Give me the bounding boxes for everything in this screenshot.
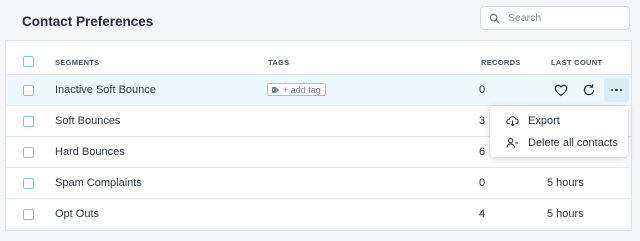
table-row[interactable]: Inactive Soft Bounce + add tag 0	[6, 75, 631, 106]
segment-name[interactable]: Opt Outs	[55, 208, 99, 220]
row-checkbox[interactable]	[23, 116, 34, 127]
more-horizontal-icon	[610, 88, 614, 92]
heart-icon[interactable]	[553, 82, 569, 98]
header-records: RECORDS	[481, 58, 521, 67]
menu-item-delete-all-contacts[interactable]: Delete all contacts	[490, 132, 628, 154]
row-checkbox[interactable]	[23, 178, 34, 189]
header-tags: TAGS	[268, 58, 290, 67]
tag-icon	[271, 86, 280, 93]
add-tag-button[interactable]: + add tag	[267, 83, 326, 96]
search-icon	[489, 13, 500, 23]
last-count: 5 hours	[547, 208, 584, 220]
page-title: Contact Preferences	[22, 14, 154, 29]
segment-name[interactable]: Spam Complaints	[55, 177, 142, 189]
row-checkbox[interactable]	[23, 209, 34, 220]
table-row[interactable]: Spam Complaints 0 5 hours	[6, 168, 631, 199]
menu-item-export[interactable]: Export	[490, 110, 628, 132]
row-actions-menu: Export Delete all contacts	[490, 106, 628, 157]
table-header: SEGMENTS TAGS RECORDS LAST COUNT	[6, 41, 631, 75]
user-minus-icon	[506, 137, 519, 148]
cloud-download-icon	[506, 116, 519, 127]
delete-all-contacts-label: Delete all contacts	[528, 137, 618, 149]
records-count: 0	[479, 177, 486, 189]
more-actions-button[interactable]	[604, 78, 629, 102]
search-input[interactable]	[506, 11, 620, 25]
last-count: 5 hours	[547, 177, 584, 189]
row-checkbox[interactable]	[23, 85, 34, 96]
header-last-count: LAST COUNT	[551, 58, 603, 67]
header-segments: SEGMENTS	[55, 58, 100, 67]
export-label: Export	[528, 115, 560, 127]
search-box[interactable]	[480, 6, 630, 30]
segment-name[interactable]: Inactive Soft Bounce	[55, 84, 156, 96]
records-count: 4	[479, 208, 486, 220]
records-count: 6	[479, 146, 486, 158]
segment-name[interactable]: Soft Bounces	[55, 115, 120, 127]
records-count: 0	[479, 84, 486, 96]
segment-name[interactable]: Hard Bounces	[55, 146, 125, 158]
refresh-icon[interactable]	[581, 82, 597, 98]
add-tag-label: + add tag	[283, 84, 321, 95]
table-row[interactable]: Opt Outs 4 5 hours	[6, 199, 631, 230]
row-checkbox[interactable]	[23, 147, 34, 158]
records-count: 3	[479, 115, 486, 127]
select-all-checkbox[interactable]	[23, 56, 34, 67]
